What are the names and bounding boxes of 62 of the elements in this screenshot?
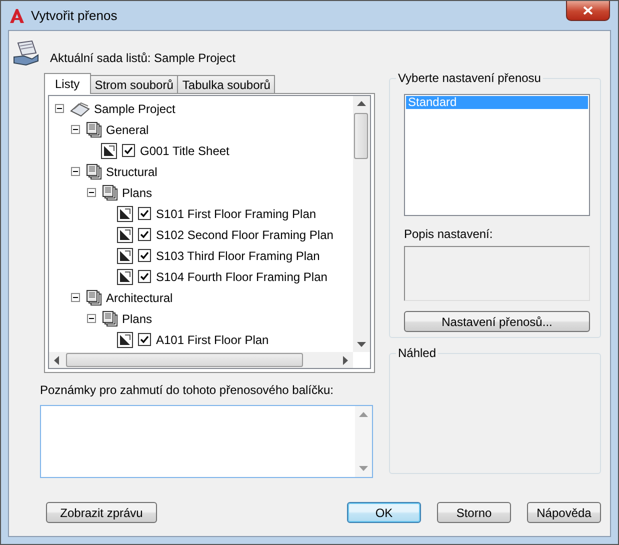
collapse-icon[interactable]: [87, 314, 96, 323]
dialog-button[interactable]: Storno: [437, 502, 511, 523]
tree-item[interactable]: G001 Title Sheet: [140, 144, 230, 158]
sheet-stack-icon: [85, 290, 103, 306]
sheet-stack-icon: [85, 122, 103, 138]
tree-item[interactable]: A101 First Floor Plan: [156, 332, 269, 346]
collapse-icon[interactable]: [71, 167, 80, 176]
dialog-button[interactable]: Zobrazit zprávu: [46, 502, 157, 523]
sheet-icon: [117, 332, 133, 348]
sheet-icon: [101, 142, 117, 158]
app-logo-icon: [9, 8, 25, 24]
tree-item[interactable]: Plans: [122, 312, 152, 326]
tree-item[interactable]: S101 First Floor Framing Plan: [156, 206, 316, 220]
checkbox[interactable]: [138, 333, 151, 346]
checkbox[interactable]: [122, 144, 135, 157]
collapse-icon[interactable]: [71, 293, 80, 302]
tab[interactable]: Tabulka souborů: [177, 75, 276, 93]
tree-item[interactable]: Structural: [106, 164, 158, 178]
collapse-icon[interactable]: [87, 188, 96, 197]
dialog-button[interactable]: Nápověda: [527, 502, 601, 523]
sheet-set-label: Aktuální sada listů: Sample Project: [50, 51, 236, 65]
scrollbar[interactable]: [49, 352, 353, 368]
group-title: Náhled: [396, 346, 438, 360]
sheet-icon: [117, 206, 133, 222]
sheet-stack-icon: [101, 310, 119, 326]
tree-item[interactable]: Sample Project: [94, 102, 176, 116]
close-button[interactable]: [566, 1, 610, 21]
sheet-set-icon: [69, 100, 91, 116]
scroll-left-icon[interactable]: [54, 356, 59, 364]
tab[interactable]: Strom souborů: [90, 75, 178, 93]
close-icon: [583, 6, 593, 15]
tree-item[interactable]: S104 Fourth Floor Framing Plan: [156, 270, 328, 284]
scroll-thumb[interactable]: [66, 353, 303, 367]
dialog-button[interactable]: OK: [347, 502, 421, 523]
setups-button[interactable]: Nastavení přenosů...: [404, 311, 590, 332]
description-label: Popis nastavení:: [404, 227, 494, 241]
scroll-right-icon[interactable]: [343, 356, 348, 364]
sheet-stack-icon: [101, 184, 119, 200]
sheet-stack-icon: [85, 164, 103, 180]
collapse-icon[interactable]: [55, 104, 64, 113]
tab[interactable]: Listy: [44, 73, 91, 94]
group-title: Vyberte nastavení přenosu: [396, 71, 543, 85]
sheet-icon: [117, 268, 133, 284]
scroll-up-icon[interactable]: [357, 101, 366, 106]
transmittal-icon: [12, 39, 40, 67]
sheet-icon: [117, 248, 133, 264]
tree-item[interactable]: Plans: [122, 186, 152, 200]
tree-item[interactable]: Architectural: [106, 290, 173, 304]
checkbox[interactable]: [138, 249, 151, 262]
checkbox[interactable]: [138, 228, 151, 241]
notes-label: Poznámky pro zahmutí do tohoto přenosového balíčku:: [40, 383, 335, 397]
checkbox[interactable]: [138, 270, 151, 283]
tree-item[interactable]: S102 Second Floor Framing Plan: [156, 228, 334, 242]
checkbox[interactable]: [138, 207, 151, 220]
sheet-icon: [117, 226, 133, 242]
collapse-icon[interactable]: [71, 125, 80, 134]
scrollbar[interactable]: [353, 96, 370, 352]
window-title: Vytvořit přenos: [31, 8, 118, 23]
tree-item[interactable]: General: [106, 122, 149, 136]
tree-item[interactable]: S103 Third Floor Framing Plan: [156, 248, 320, 262]
scroll-thumb[interactable]: [354, 113, 368, 159]
scroll-down-icon[interactable]: [357, 342, 366, 347]
